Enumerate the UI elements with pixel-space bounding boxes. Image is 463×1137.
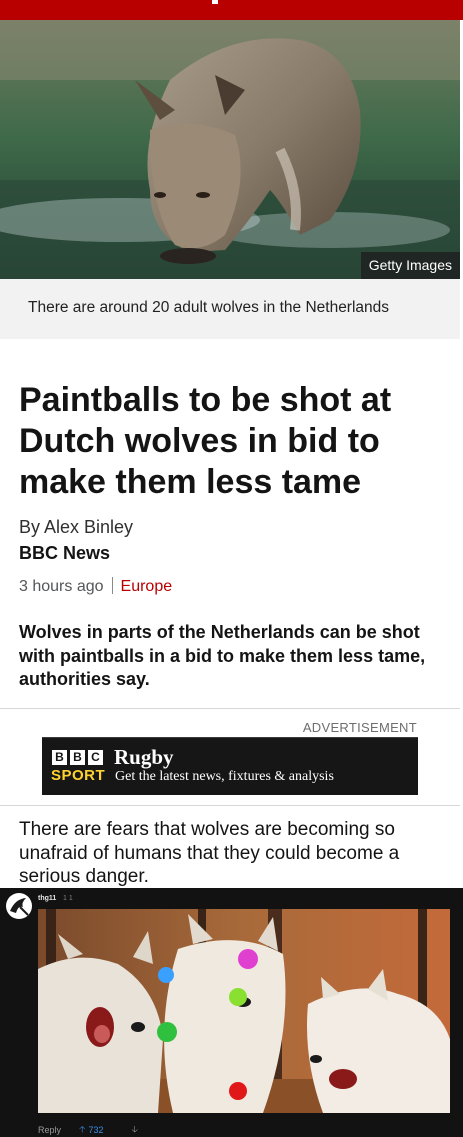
upvote-count: 732 (88, 1125, 104, 1135)
sport-logo-word: SPORT (51, 767, 106, 784)
laughing-wolves-meme (38, 909, 450, 1113)
bbc-logo-letter: B (52, 750, 67, 765)
meta-divider (111, 577, 113, 594)
advert-label: ADVERTISEMENT (302, 720, 417, 735)
advert-subtitle: Get the latest news, fixtures & analysis (115, 769, 334, 784)
article-paragraph: There are fears that wolves are becoming… (19, 819, 400, 887)
bbc-logo-letter: C (88, 750, 103, 765)
article-headline: Paintballs to be shot at Dutch wolves in… (19, 381, 392, 501)
article-source: BBC News (19, 543, 111, 563)
top-bar-marker (212, 0, 218, 4)
comment-actions: Reply 🡡 732 🡣 (38, 1122, 138, 1137)
bbc-logo-letter: B (70, 750, 85, 765)
image-credit: Getty Images (360, 252, 460, 279)
user-avatar-icon[interactable] (6, 893, 32, 919)
downvote-arrow-icon[interactable]: 🡣 (132, 1122, 138, 1137)
advert-banner[interactable]: B B C SPORT Rugby Get the latest news, f… (42, 737, 418, 795)
comment-image (38, 909, 450, 1113)
section-link[interactable]: Europe (121, 578, 173, 595)
upvote-arrow-icon[interactable]: 🡡 (79, 1122, 85, 1137)
comment-card: thg11 1 1 Reply 🡡 732 🡣 (0, 888, 463, 1137)
article-byline: By Alex Binley (19, 517, 134, 537)
reply-button[interactable]: Reply (38, 1125, 61, 1135)
article-timestamp: 3 hours ago (19, 578, 104, 595)
comment-time: 1 1 (63, 895, 73, 902)
wolf-photo (0, 20, 460, 279)
article-meta: 3 hours ago Europe (19, 577, 172, 596)
bbc-logo: B B C (52, 750, 103, 765)
image-caption: There are around 20 adult wolves in the … (0, 279, 460, 339)
comment-username[interactable]: thg11 (38, 895, 56, 902)
top-brand-bar (0, 0, 463, 20)
advert-title: Rugby (114, 745, 174, 769)
ad-bottom-divider (0, 805, 460, 806)
hero-image: Getty Images (0, 20, 460, 279)
ad-top-divider (0, 708, 460, 709)
article-intro: Wolves in parts of the Netherlands can b… (19, 622, 426, 689)
